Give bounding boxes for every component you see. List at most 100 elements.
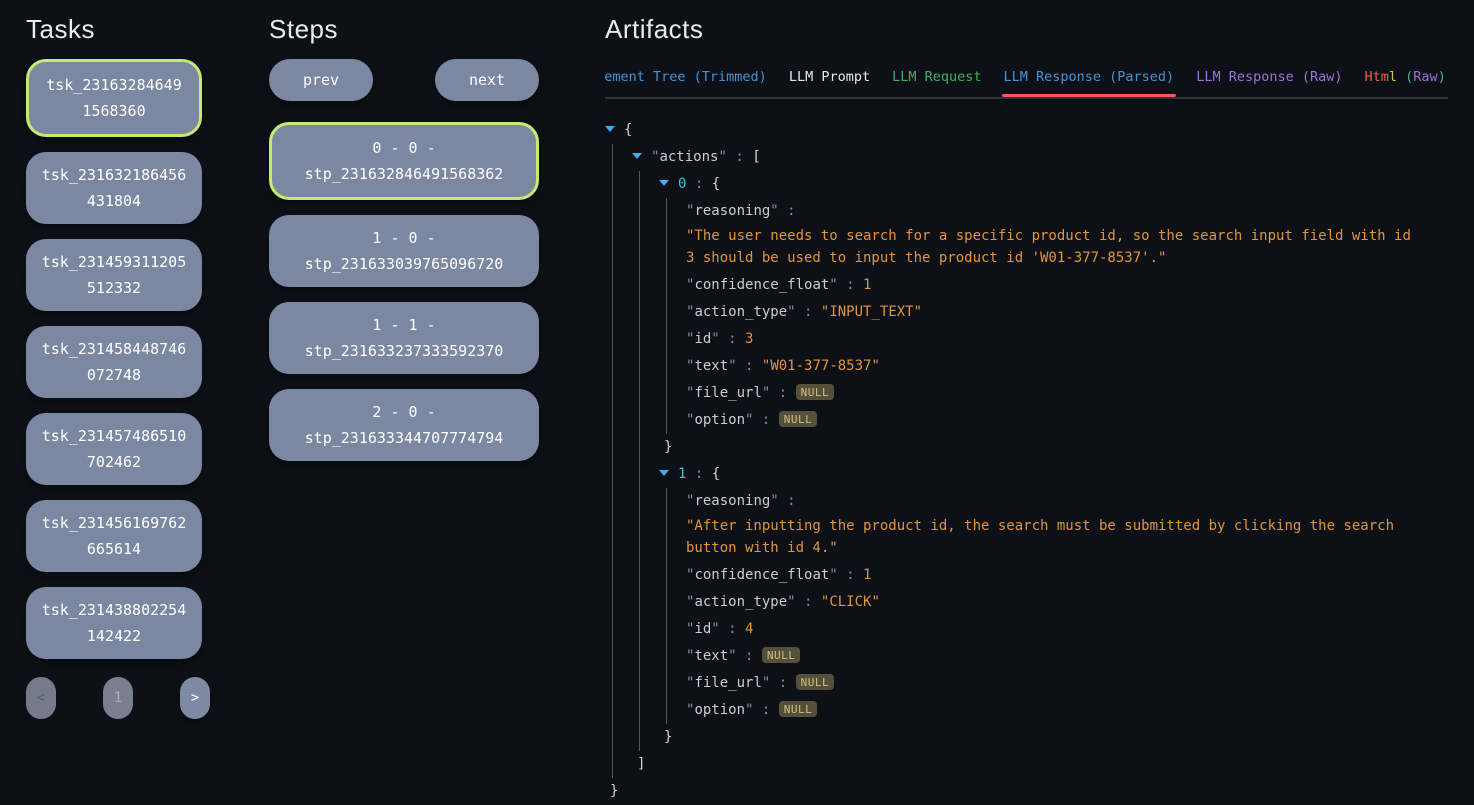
- text: :: [727, 149, 752, 165]
- text: :: [686, 466, 711, 482]
- json-bracket: }: [664, 439, 672, 455]
- json-line: "id" : 3: [686, 326, 1423, 353]
- tab-element-tree-trimmed[interactable]: Element Tree (Trimmed): [605, 69, 767, 97]
- json-line: 0 : {: [659, 171, 1423, 198]
- tab-html-raw[interactable]: Html (Raw): [1365, 69, 1446, 97]
- json-bracket: }: [610, 783, 618, 799]
- tab-llm-prompt[interactable]: LLM Prompt: [789, 69, 870, 97]
- null-badge: NULL: [796, 384, 835, 400]
- task-button[interactable]: tsk_231458448746072748: [26, 326, 202, 398]
- json-line: "text" : "W01-377-8537": [686, 353, 1423, 380]
- task-list: tsk_231632846491568360 tsk_23163218645643…: [26, 59, 202, 659]
- json-value: "The user needs to search for a specific…: [686, 225, 1423, 269]
- json-key: "action_type": [686, 594, 796, 610]
- json-line: "action_type" : "INPUT_TEXT": [686, 299, 1423, 326]
- json-key: "id": [686, 331, 720, 347]
- null-badge: NULL: [796, 674, 835, 690]
- collapse-toggle-icon[interactable]: [659, 171, 678, 198]
- json-key: "option": [686, 412, 753, 428]
- text: :: [796, 304, 821, 320]
- json-line: "option" : NULL: [686, 697, 1423, 724]
- task-button[interactable]: tsk_231457486510702462: [26, 413, 202, 485]
- text: ": [787, 304, 795, 320]
- task-button[interactable]: tsk_231438802254142422: [26, 587, 202, 659]
- steps-panel: Steps prev next 0 - 0 - stp_231632846491…: [269, 14, 539, 476]
- json-line: "action_type" : "CLICK": [686, 589, 1423, 616]
- text: ": [829, 567, 837, 583]
- json-key: "reasoning": [686, 203, 779, 219]
- text: text: [694, 648, 728, 664]
- pagination-page-button[interactable]: 1: [103, 677, 133, 719]
- step-button[interactable]: 2 - 0 - stp_231633344707774794: [269, 389, 539, 461]
- json-line: "id" : 4: [686, 616, 1423, 643]
- tasks-title: Tasks: [26, 14, 202, 45]
- step-nav: prev next: [269, 59, 539, 101]
- next-step-button[interactable]: next: [435, 59, 539, 101]
- collapse-toggle-icon[interactable]: [632, 144, 651, 171]
- text: :: [737, 648, 762, 664]
- text: ": [770, 203, 778, 219]
- json-bracket: ]: [637, 756, 645, 772]
- tree-branch: "reasoning" :"After inputting the produc…: [666, 488, 1423, 724]
- json-key: "confidence_float": [686, 277, 838, 293]
- json-value: 4: [745, 621, 753, 637]
- json-line: "file_url" : NULL: [686, 380, 1423, 407]
- text: :: [753, 412, 778, 428]
- text: :: [686, 176, 711, 192]
- text: option: [694, 702, 745, 718]
- text: :: [737, 358, 762, 374]
- text: id: [694, 331, 711, 347]
- step-button[interactable]: 1 - 1 - stp_231633237333592370: [269, 302, 539, 374]
- json-line: "confidence_float" : 1: [686, 272, 1423, 299]
- text: :: [720, 331, 745, 347]
- collapse-toggle-icon[interactable]: [659, 461, 678, 488]
- json-value: 1: [863, 277, 871, 293]
- null-badge: NULL: [779, 411, 818, 427]
- tab-llm-response-parsed[interactable]: LLM Response (Parsed): [1004, 69, 1175, 97]
- task-button[interactable]: tsk_231456169762665614: [26, 500, 202, 572]
- text: file_url: [694, 675, 761, 691]
- text: confidence_float: [694, 277, 829, 293]
- collapse-toggle-icon[interactable]: [605, 117, 624, 144]
- pagination-next-button[interactable]: >: [180, 677, 210, 719]
- step-button[interactable]: 1 - 0 - stp_231633039765096720: [269, 215, 539, 287]
- step-button[interactable]: 0 - 0 - stp_231632846491568362: [269, 122, 539, 200]
- json-tree: {"actions" : [0 : {"reasoning" :"The use…: [605, 117, 1423, 805]
- text: :: [838, 567, 863, 583]
- text: text: [694, 358, 728, 374]
- json-bracket: {: [712, 466, 720, 482]
- tasks-panel: Tasks tsk_231632846491568360 tsk_23163218…: [26, 14, 202, 719]
- tab-llm-response-raw[interactable]: LLM Response (Raw): [1196, 69, 1342, 97]
- task-button[interactable]: tsk_231632186456431804: [26, 152, 202, 224]
- text: action_type: [694, 304, 787, 320]
- prev-step-button[interactable]: prev: [269, 59, 373, 101]
- app-root: Tasks tsk_231632846491568360 tsk_23163218…: [0, 0, 1474, 805]
- text: ": [829, 277, 837, 293]
- text: reasoning: [694, 493, 770, 509]
- step-list: 0 - 0 - stp_231632846491568362 1 - 0 - st…: [269, 122, 539, 461]
- json-value: "After inputting the product id, the sea…: [686, 515, 1423, 559]
- text: :: [770, 385, 795, 401]
- text: action_type: [694, 594, 787, 610]
- text: file_url: [694, 385, 761, 401]
- pagination-prev-button[interactable]: <: [26, 677, 56, 719]
- text: :: [838, 277, 863, 293]
- tab-label-segment: ): [1438, 69, 1446, 85]
- text: ": [770, 493, 778, 509]
- json-key: "confidence_float": [686, 567, 838, 583]
- json-line: }: [659, 724, 1423, 751]
- task-button[interactable]: tsk_231632846491568360: [26, 59, 202, 137]
- json-value: 3: [745, 331, 753, 347]
- json-key: "option": [686, 702, 753, 718]
- tree-branch: "reasoning" :"The user needs to search f…: [666, 198, 1423, 434]
- json-value: "W01-377-8537": [762, 358, 880, 374]
- json-line: "confidence_float" : 1: [686, 562, 1423, 589]
- json-key: "id": [686, 621, 720, 637]
- json-value: 1: [863, 567, 871, 583]
- tab-llm-request[interactable]: LLM Request: [892, 69, 981, 97]
- steps-title: Steps: [269, 14, 539, 45]
- task-button[interactable]: tsk_231459311205512332: [26, 239, 202, 311]
- json-key: "file_url": [686, 675, 770, 691]
- json-line: "reasoning" :: [686, 198, 1423, 225]
- text: reasoning: [694, 203, 770, 219]
